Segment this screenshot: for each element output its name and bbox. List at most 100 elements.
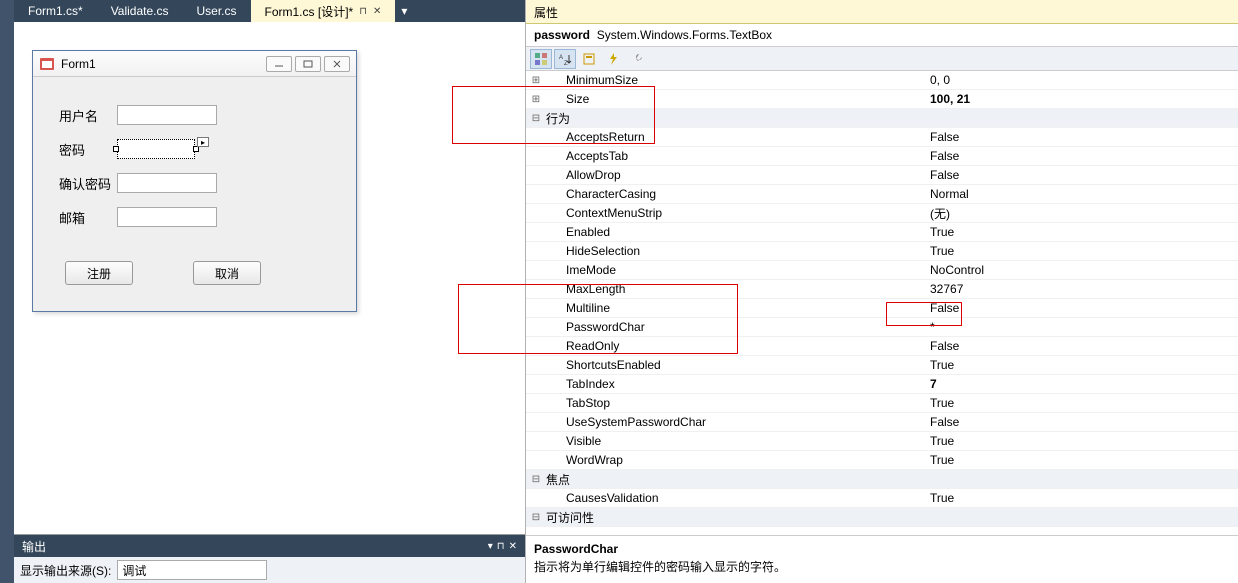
- input-email[interactable]: [117, 207, 217, 227]
- property-row[interactable]: EnabledTrue: [526, 223, 1238, 242]
- property-row[interactable]: PasswordChar*: [526, 318, 1238, 337]
- property-name: Visible: [546, 434, 926, 448]
- designer-surface[interactable]: Form1 用户名 密码: [14, 22, 525, 534]
- property-name: PasswordChar: [546, 320, 926, 334]
- form-window[interactable]: Form1 用户名 密码: [32, 50, 357, 312]
- property-value[interactable]: False: [926, 301, 1238, 315]
- property-row[interactable]: TabStopTrue: [526, 394, 1238, 413]
- property-row[interactable]: AcceptsReturnFalse: [526, 128, 1238, 147]
- close-window-icon[interactable]: [324, 56, 350, 72]
- wrench-icon[interactable]: [626, 49, 648, 69]
- expand-icon[interactable]: ⊟: [526, 113, 546, 124]
- property-value[interactable]: False: [926, 339, 1238, 353]
- property-row[interactable]: ImeModeNoControl: [526, 261, 1238, 280]
- property-category[interactable]: ⊟焦点: [526, 470, 1238, 489]
- property-value[interactable]: True: [926, 453, 1238, 467]
- property-name: ShortcutsEnabled: [546, 358, 926, 372]
- smart-tag-icon[interactable]: ▸: [197, 137, 209, 147]
- property-value[interactable]: True: [926, 396, 1238, 410]
- property-name: Enabled: [546, 225, 926, 239]
- property-row[interactable]: CausesValidationTrue: [526, 489, 1238, 508]
- alphabetical-icon[interactable]: AZ: [554, 49, 576, 69]
- property-value[interactable]: True: [926, 225, 1238, 239]
- property-name: ReadOnly: [546, 339, 926, 353]
- input-username[interactable]: [117, 105, 217, 125]
- property-row[interactable]: ⊞MinimumSize0, 0: [526, 71, 1238, 90]
- property-row[interactable]: TabIndex7: [526, 375, 1238, 394]
- object-type: System.Windows.Forms.TextBox: [597, 28, 772, 42]
- property-value[interactable]: 7: [926, 377, 1238, 391]
- desc-text: 指示将为单行编辑控件的密码输入显示的字符。: [534, 560, 786, 574]
- close-icon[interactable]: ✕: [373, 6, 381, 17]
- property-row[interactable]: ContextMenuStrip(无): [526, 204, 1238, 223]
- property-row[interactable]: UseSystemPasswordCharFalse: [526, 413, 1238, 432]
- property-category[interactable]: ⊟行为: [526, 109, 1238, 128]
- property-value[interactable]: True: [926, 244, 1238, 258]
- property-value[interactable]: False: [926, 415, 1238, 429]
- property-value[interactable]: True: [926, 358, 1238, 372]
- property-row[interactable]: HideSelectionTrue: [526, 242, 1238, 261]
- property-value[interactable]: 32767: [926, 282, 1238, 296]
- property-value[interactable]: True: [926, 491, 1238, 505]
- property-name: AcceptsReturn: [546, 130, 926, 144]
- property-row[interactable]: AcceptsTabFalse: [526, 147, 1238, 166]
- tab-form1-design[interactable]: Form1.cs [设计]* ⊓ ✕: [251, 0, 396, 22]
- property-row[interactable]: ReadOnlyFalse: [526, 337, 1238, 356]
- property-value[interactable]: (无): [926, 205, 1238, 222]
- selected-control[interactable]: ▸: [117, 139, 195, 159]
- output-dropdown-icon[interactable]: ▾: [488, 541, 493, 552]
- collapsed-sidebar[interactable]: [0, 0, 14, 583]
- property-value[interactable]: 100, 21: [926, 92, 1238, 106]
- property-name: CharacterCasing: [546, 187, 926, 201]
- property-value[interactable]: False: [926, 130, 1238, 144]
- form-titlebar: Form1: [33, 51, 356, 77]
- property-value[interactable]: Normal: [926, 187, 1238, 201]
- property-name: 可访问性: [546, 509, 1238, 526]
- expand-icon[interactable]: ⊞: [526, 94, 546, 105]
- property-row[interactable]: MultilineFalse: [526, 299, 1238, 318]
- property-row[interactable]: CharacterCasingNormal: [526, 185, 1238, 204]
- maximize-icon[interactable]: [295, 56, 321, 72]
- property-row[interactable]: ⊞Size100, 21: [526, 90, 1238, 109]
- property-row[interactable]: WordWrapTrue: [526, 451, 1238, 470]
- property-value[interactable]: False: [926, 168, 1238, 182]
- output-panel: 输出 ▾ ⊓ ✕ 显示输出来源(S): 调试: [14, 534, 525, 583]
- form-title: Form1: [61, 57, 263, 71]
- input-password[interactable]: [117, 139, 195, 159]
- input-confirm[interactable]: [117, 173, 217, 193]
- property-row[interactable]: MaxLength32767: [526, 280, 1238, 299]
- property-name: Size: [546, 92, 926, 106]
- tab-validate-cs[interactable]: Validate.cs: [97, 0, 183, 22]
- property-value[interactable]: False: [926, 149, 1238, 163]
- events-icon[interactable]: [602, 49, 624, 69]
- property-value[interactable]: *: [926, 320, 1238, 334]
- output-source-select[interactable]: 调试: [117, 560, 267, 580]
- tab-label: Form1.cs [设计]*: [265, 3, 354, 20]
- document-tabs: Form1.cs* Validate.cs User.cs Form1.cs […: [14, 0, 525, 22]
- property-row[interactable]: ShortcutsEnabledTrue: [526, 356, 1238, 375]
- tabs-overflow-icon[interactable]: ▾: [395, 0, 413, 22]
- pin-icon[interactable]: ⊓: [359, 6, 367, 17]
- properties-grid[interactable]: ⊞MinimumSize0, 0⊞Size100, 21⊟行为AcceptsRe…: [526, 71, 1238, 535]
- property-value[interactable]: NoControl: [926, 263, 1238, 277]
- tab-form1-cs[interactable]: Form1.cs*: [14, 0, 97, 22]
- expand-icon[interactable]: ⊟: [526, 512, 546, 523]
- property-category[interactable]: ⊟可访问性: [526, 508, 1238, 527]
- categorized-icon[interactable]: [530, 49, 552, 69]
- minimize-icon[interactable]: [266, 56, 292, 72]
- output-pin-icon[interactable]: ⊓: [497, 541, 505, 552]
- register-button[interactable]: 注册: [65, 261, 133, 285]
- properties-icon[interactable]: [578, 49, 600, 69]
- property-row[interactable]: VisibleTrue: [526, 432, 1238, 451]
- output-close-icon[interactable]: ✕: [509, 541, 517, 552]
- tab-user-cs[interactable]: User.cs: [183, 0, 251, 22]
- properties-object[interactable]: password System.Windows.Forms.TextBox: [526, 24, 1238, 47]
- expand-icon[interactable]: ⊟: [526, 474, 546, 485]
- property-value[interactable]: True: [926, 434, 1238, 448]
- cancel-button[interactable]: 取消: [193, 261, 261, 285]
- expand-icon[interactable]: ⊞: [526, 75, 546, 86]
- property-value[interactable]: 0, 0: [926, 73, 1238, 87]
- property-row[interactable]: AllowDropFalse: [526, 166, 1238, 185]
- label-confirm: 确认密码: [59, 174, 117, 193]
- resize-handle-left[interactable]: [113, 146, 119, 152]
